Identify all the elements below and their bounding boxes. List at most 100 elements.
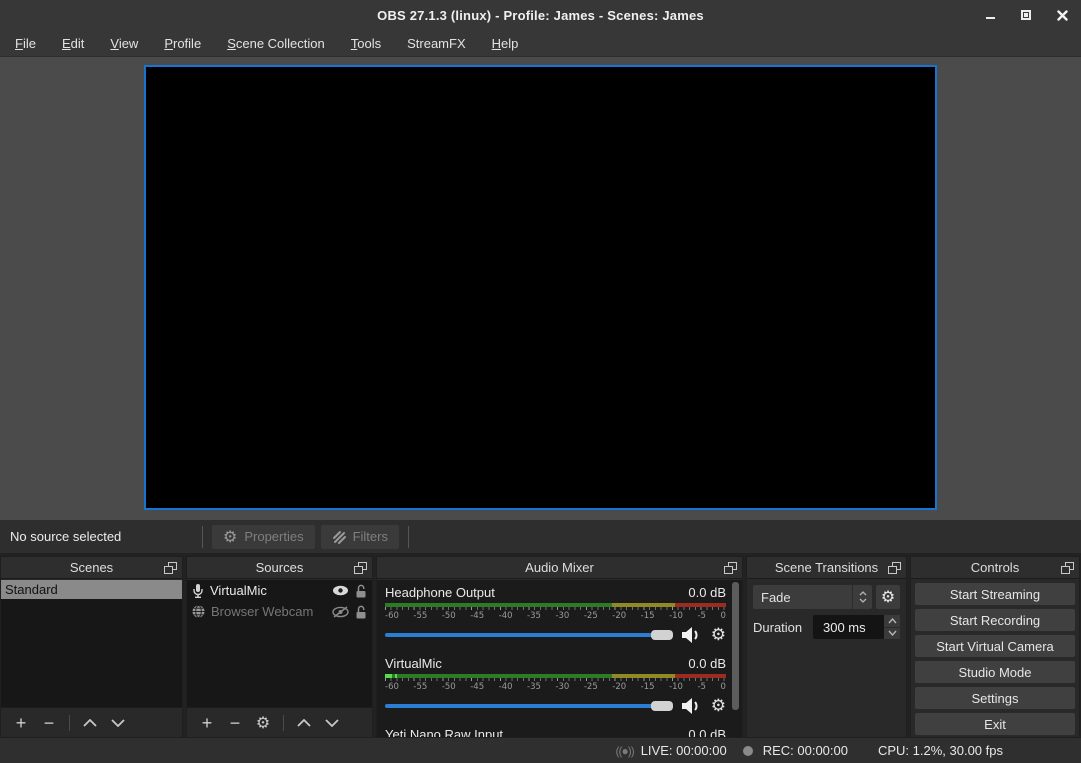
popout-icon[interactable] <box>1061 562 1074 574</box>
properties-button[interactable]: ⚙ Properties <box>212 525 315 549</box>
channel-settings-gear-icon[interactable]: ⚙ <box>711 627 726 644</box>
filters-icon <box>332 530 346 544</box>
scenes-panel-header: Scenes <box>1 557 182 579</box>
settings-button[interactable]: Settings <box>915 687 1075 709</box>
meter-scale-label: -50 <box>442 611 456 621</box>
menu-item-view[interactable]: View <box>97 32 151 55</box>
gear-icon: ⚙ <box>881 589 895 605</box>
transition-dropdown[interactable]: Fade <box>753 585 872 609</box>
chevron-up-icon <box>297 719 311 727</box>
meter-scale: -60-55-50-45-40-35-30-25-20-15-10-50 <box>385 611 726 621</box>
meter-scale-label: 0 <box>720 682 725 692</box>
studio-mode-button[interactable]: Studio Mode <box>915 661 1075 683</box>
meter-ticks <box>385 678 726 681</box>
start-streaming-button[interactable]: Start Streaming <box>915 583 1075 605</box>
popout-icon[interactable] <box>354 562 367 574</box>
properties-label: Properties <box>244 529 303 544</box>
slider-handle[interactable] <box>651 630 673 640</box>
move-source-down-button[interactable] <box>320 712 344 734</box>
speaker-icon[interactable] <box>682 698 702 714</box>
popout-icon[interactable] <box>724 562 737 574</box>
meter-scale-label: -5 <box>697 682 705 692</box>
toolbar-separator <box>202 526 203 548</box>
channel-volume-db: 0.0 dB <box>688 585 726 600</box>
remove-source-button[interactable]: − <box>223 712 247 734</box>
meter-scale-label: -55 <box>413 611 427 621</box>
meter-bar <box>385 674 726 678</box>
menu-item-scene-collection[interactable]: Scene Collection <box>214 32 338 55</box>
duration-increase-button[interactable] <box>884 615 900 627</box>
gear-icon: ⚙ <box>223 529 237 545</box>
source-properties-button[interactable]: ⚙ <box>251 712 275 734</box>
popout-icon[interactable] <box>888 562 901 574</box>
meter-scale-label: -10 <box>669 682 683 692</box>
meter-scale-label: -45 <box>470 682 484 692</box>
close-button[interactable] <box>1051 4 1073 26</box>
exit-button[interactable]: Exit <box>915 713 1075 735</box>
transition-properties-button[interactable]: ⚙ <box>876 585 900 609</box>
source-status-text: No source selected <box>10 529 196 544</box>
gear-icon: ⚙ <box>256 715 270 731</box>
preview-canvas[interactable] <box>144 65 937 510</box>
meter-scale-label: -60 <box>385 682 399 692</box>
duration-spinbox[interactable]: 300 ms <box>813 615 900 639</box>
transition-selected-value: Fade <box>753 590 852 605</box>
record-dot-icon <box>743 746 753 756</box>
unlock-icon[interactable] <box>355 605 367 619</box>
menu-item-edit[interactable]: Edit <box>49 32 97 55</box>
chevron-up-icon <box>83 719 97 727</box>
meter-ticks <box>385 607 726 610</box>
source-item-browser-webcam[interactable]: Browser Webcam <box>187 601 372 622</box>
add-source-button[interactable]: + <box>195 712 219 734</box>
scene-transitions-title: Scene Transitions <box>775 560 878 575</box>
move-source-up-button[interactable] <box>292 712 316 734</box>
start-virtual-camera-button[interactable]: Start Virtual Camera <box>915 635 1075 657</box>
scene-item-standard[interactable]: Standard <box>1 580 182 599</box>
move-scene-down-button[interactable] <box>106 712 130 734</box>
menu-item-file[interactable]: File <box>2 32 49 55</box>
mixer-channel-headphone-output: Headphone Output 0.0 dB -60-55-50-45-40-… <box>385 583 726 645</box>
chevron-down-icon <box>888 630 897 636</box>
meter-scale-label: -20 <box>612 682 626 692</box>
meter-scale-label: -20 <box>612 611 626 621</box>
source-item-virtualmic[interactable]: VirtualMic <box>187 580 372 601</box>
menu-item-streamfx[interactable]: StreamFX <box>394 32 479 55</box>
speaker-icon[interactable] <box>682 627 702 643</box>
scene-transitions-body: Fade ⚙ Duration 300 ms <box>747 579 906 639</box>
eye-visible-icon[interactable] <box>332 585 349 596</box>
minimize-icon <box>986 17 995 19</box>
eye-hidden-icon[interactable] <box>332 606 349 618</box>
meter-scale-label: -40 <box>499 611 513 621</box>
maximize-button[interactable] <box>1015 4 1037 26</box>
volume-slider[interactable] <box>385 629 673 641</box>
filters-button[interactable]: Filters <box>321 525 399 549</box>
rec-time: REC: 00:00:00 <box>763 743 848 758</box>
menu-item-help[interactable]: Help <box>479 32 532 55</box>
duration-decrease-button[interactable] <box>884 628 900 640</box>
globe-icon <box>192 605 205 618</box>
scenes-list: Standard <box>1 580 182 707</box>
channel-settings-gear-icon[interactable]: ⚙ <box>711 698 726 715</box>
menu-item-tools[interactable]: Tools <box>338 32 394 55</box>
popout-icon[interactable] <box>164 562 177 574</box>
sources-toolbar: + − ⚙ <box>187 707 372 737</box>
audio-mixer-header: Audio Mixer <box>377 557 742 579</box>
unlock-icon[interactable] <box>355 584 367 598</box>
chevron-down-icon <box>325 719 339 727</box>
meter-scale-label: -30 <box>555 682 569 692</box>
minimize-button[interactable] <box>979 4 1001 26</box>
add-scene-button[interactable]: + <box>9 712 33 734</box>
mixer-scrollbar[interactable] <box>732 582 739 710</box>
scene-name: Standard <box>5 582 58 597</box>
chevron-down-icon <box>859 598 867 603</box>
window-title: OBS 27.1.3 (linux) - Profile: James - Sc… <box>377 8 704 23</box>
menu-item-profile[interactable]: Profile <box>151 32 214 55</box>
volume-slider[interactable] <box>385 700 673 712</box>
start-recording-button[interactable]: Start Recording <box>915 609 1075 631</box>
move-scene-up-button[interactable] <box>78 712 102 734</box>
meter-scale-label: -35 <box>527 611 541 621</box>
remove-scene-button[interactable]: − <box>37 712 61 734</box>
dock-area: Scenes Standard + − Sources <box>0 553 1081 738</box>
slider-handle[interactable] <box>651 701 673 711</box>
channel-volume-db: 0.0 dB <box>688 656 726 671</box>
